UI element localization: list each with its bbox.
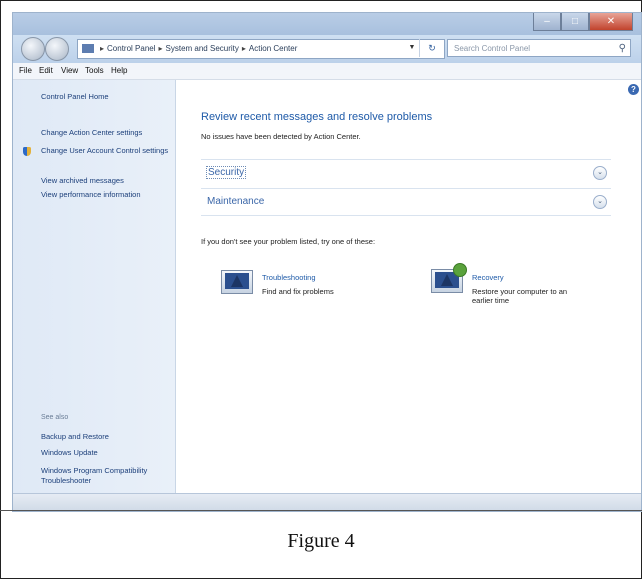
breadcrumb-action-center[interactable]: Action Center bbox=[249, 44, 297, 53]
figure-caption: Figure 4 bbox=[287, 530, 355, 552]
control-panel-home-link[interactable]: Control Panel Home bbox=[41, 92, 171, 102]
troubleshooting-link[interactable]: Troubleshooting bbox=[262, 273, 316, 282]
recovery-description: Restore your computer to an earlier time bbox=[472, 287, 568, 305]
uac-shield-icon bbox=[23, 147, 31, 156]
navigation-pane: Control Panel Home Change Action Center … bbox=[13, 80, 176, 493]
maximize-button[interactable]: □ bbox=[561, 13, 589, 31]
caption-divider bbox=[0, 510, 642, 511]
expand-chevron-icon[interactable]: ⌄ bbox=[593, 166, 607, 180]
view-performance-information-link[interactable]: View performance information bbox=[41, 190, 171, 200]
chevron-right-icon: ▸ bbox=[241, 44, 246, 53]
backup-restore-link[interactable]: Backup and Restore bbox=[41, 432, 171, 442]
breadcrumb-system-security[interactable]: System and Security bbox=[166, 44, 239, 53]
caption-buttons: – □ ✕ bbox=[533, 13, 633, 31]
status-message: No issues have been detected by Action C… bbox=[201, 132, 361, 141]
menu-file[interactable]: File bbox=[19, 66, 32, 75]
address-dropdown-icon[interactable]: ▼ bbox=[405, 39, 419, 57]
recovery-link[interactable]: Recovery bbox=[472, 273, 504, 282]
address-row: ▸ Control Panel ▸ System and Security ▸ Actio… bbox=[13, 35, 641, 63]
troubleshooting-icon[interactable] bbox=[221, 267, 255, 297]
close-button[interactable]: ✕ bbox=[589, 13, 633, 31]
forward-button[interactable] bbox=[45, 37, 69, 61]
change-action-center-settings-link[interactable]: Change Action Center settings bbox=[41, 128, 171, 138]
chevron-right-icon: ▸ bbox=[158, 44, 163, 53]
menu-view[interactable]: View bbox=[61, 66, 78, 75]
minimize-button[interactable]: – bbox=[533, 13, 561, 31]
view-archived-messages-link[interactable]: View archived messages bbox=[41, 176, 171, 186]
change-uac-settings-link[interactable]: Change User Account Control settings bbox=[41, 146, 171, 156]
chevron-right-icon: ▸ bbox=[100, 44, 105, 53]
title-bar[interactable]: – □ ✕ bbox=[13, 13, 641, 35]
page-title: Review recent messages and resolve probl… bbox=[201, 111, 433, 123]
maintenance-section[interactable]: Maintenance ⌄ bbox=[201, 188, 611, 216]
menu-edit[interactable]: Edit bbox=[39, 66, 53, 75]
search-input[interactable]: Search Control Panel ⚲ bbox=[447, 39, 631, 57]
recovery-icon[interactable] bbox=[431, 263, 467, 296]
see-also-heading: See also bbox=[41, 414, 69, 421]
breadcrumb-control-panel[interactable]: Control Panel bbox=[107, 44, 155, 53]
action-center-window: – □ ✕ ▸ Control Panel ▸ System and Security… bbox=[12, 12, 642, 512]
folder-icon bbox=[82, 44, 94, 54]
maintenance-section-label[interactable]: Maintenance bbox=[207, 196, 264, 207]
compatibility-troubleshooter-link[interactable]: Windows Program Compatibility Troublesho… bbox=[41, 466, 171, 486]
search-icon[interactable]: ⚲ bbox=[619, 40, 626, 58]
expand-chevron-icon[interactable]: ⌄ bbox=[593, 195, 607, 209]
back-button[interactable] bbox=[21, 37, 45, 61]
troubleshoot-hint: If you don't see your problem listed, tr… bbox=[201, 237, 376, 246]
search-placeholder: Search Control Panel bbox=[454, 44, 531, 53]
security-section-label[interactable]: Security bbox=[206, 166, 247, 179]
refresh-icon[interactable]: ↻ bbox=[419, 39, 444, 57]
menu-tools[interactable]: Tools bbox=[85, 66, 104, 75]
windows-update-link[interactable]: Windows Update bbox=[41, 448, 171, 458]
security-section[interactable]: Security ⌄ bbox=[201, 159, 611, 186]
menu-bar: File Edit View Tools Help bbox=[13, 63, 641, 80]
help-icon[interactable]: ? bbox=[628, 84, 639, 95]
troubleshooting-description: Find and fix problems bbox=[262, 287, 334, 296]
content-pane: ? Review recent messages and resolve pro… bbox=[176, 80, 641, 493]
menu-help[interactable]: Help bbox=[111, 66, 127, 75]
address-bar[interactable]: ▸ Control Panel ▸ System and Security ▸ Actio… bbox=[77, 39, 445, 59]
